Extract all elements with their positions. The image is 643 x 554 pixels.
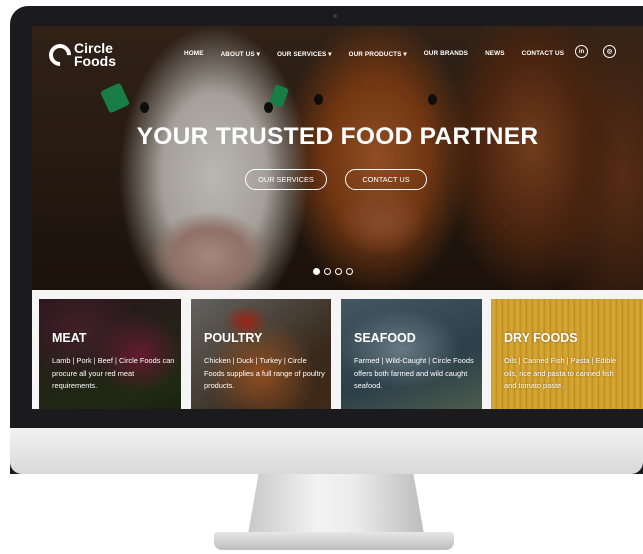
card-description: Lamb | Pork | Beef | Circle Foods can pr… <box>52 356 175 390</box>
contact-us-button[interactable]: CONTACT US <box>345 169 427 190</box>
card-overlay <box>191 299 331 409</box>
slider-pagination <box>313 268 353 275</box>
instagram-icon[interactable]: ◎ <box>603 45 616 58</box>
site-logo[interactable]: Circle Foods <box>44 39 116 71</box>
webcam-icon <box>333 14 337 18</box>
nav-our-products[interactable]: OUR PRODUCTS ▾ <box>349 50 407 58</box>
logo-line-2: Foods <box>74 53 116 69</box>
circle-logo-icon <box>44 39 76 71</box>
category-card-meat[interactable]: MEAT Lamb | Pork | Beef | Circle Foods c… <box>39 299 181 409</box>
card-title: MEAT <box>52 331 87 345</box>
slide-dot[interactable] <box>313 268 320 275</box>
our-services-button[interactable]: OUR SERVICES <box>245 169 327 190</box>
card-overlay <box>491 299 643 409</box>
category-card-seafood[interactable]: SEAFOOD Farmed | Wild-Caught | Circle Fo… <box>341 299 482 409</box>
linkedin-icon[interactable]: in <box>575 45 588 58</box>
slide-dot[interactable] <box>335 268 342 275</box>
category-row: MEAT Lamb | Pork | Beef | Circle Foods c… <box>32 290 643 409</box>
slide-dot[interactable] <box>346 268 353 275</box>
main-nav: HOME ABOUT US ▾ OUR SERVICES ▾ OUR PRODU… <box>184 50 581 58</box>
nav-home[interactable]: HOME <box>184 50 204 58</box>
card-description: Oils | Canned Fish | Pasta | Edible oils… <box>504 356 617 390</box>
nav-contact-us[interactable]: CONTACT US <box>522 50 564 58</box>
category-card-dry-foods[interactable]: DRY FOODS Oils | Canned Fish | Pasta | E… <box>491 299 643 409</box>
monitor-stand-neck <box>248 474 424 534</box>
nav-our-brands[interactable]: OUR BRANDS <box>424 50 468 58</box>
monitor-stand-base <box>214 532 454 550</box>
card-overlay <box>341 299 482 409</box>
category-card-poultry[interactable]: POULTRY Chicken | Duck | Turkey | Circle… <box>191 299 331 409</box>
logo-text: Circle Foods <box>74 41 116 69</box>
nav-about-us[interactable]: ABOUT US ▾ <box>221 50 260 58</box>
hero-banner: Circle Foods HOME ABOUT US ▾ OUR SERVICE… <box>32 26 643 290</box>
card-title: POULTRY <box>204 331 263 345</box>
card-description: Farmed | Wild-Caught | Circle Foods offe… <box>354 356 474 390</box>
hero-title: YOUR TRUSTED FOOD PARTNER <box>136 123 539 150</box>
card-title: DRY FOODS <box>504 331 578 345</box>
card-description: Chicken | Duck | Turkey | Circle Foods s… <box>204 356 325 390</box>
slide-dot[interactable] <box>324 268 331 275</box>
nav-news[interactable]: NEWS <box>485 50 505 58</box>
monitor-chin <box>10 428 643 474</box>
card-overlay <box>39 299 181 409</box>
card-title: SEAFOOD <box>354 331 416 345</box>
nav-our-services[interactable]: OUR SERVICES ▾ <box>277 50 332 58</box>
hero-overlay <box>32 26 643 290</box>
website-screen: Circle Foods HOME ABOUT US ▾ OUR SERVICE… <box>32 26 643 409</box>
